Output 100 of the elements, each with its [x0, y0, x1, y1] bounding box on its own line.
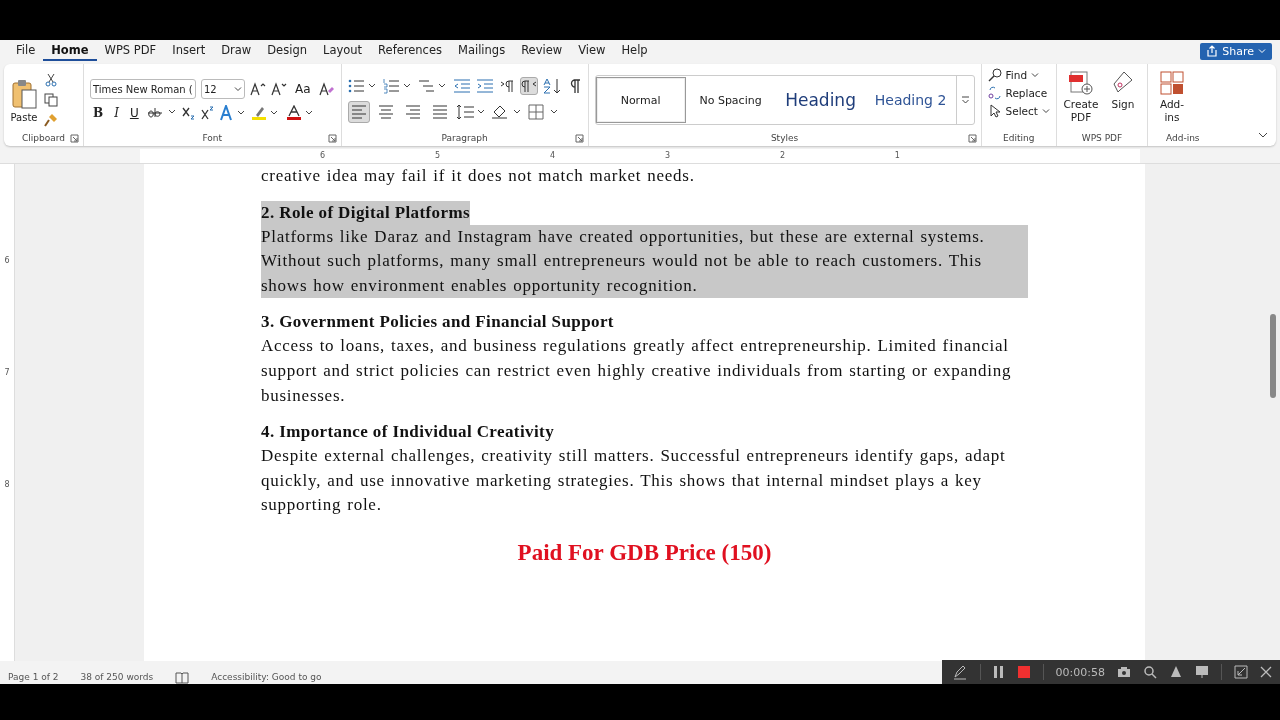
- menu-tab[interactable]: Layout: [315, 41, 371, 61]
- underline-button[interactable]: U: [126, 106, 142, 120]
- menu-tab[interactable]: References: [370, 41, 450, 61]
- select-button[interactable]: Select: [987, 104, 1050, 118]
- cursor-icon: [987, 104, 1002, 118]
- dialog-launcher-icon[interactable]: [967, 133, 977, 143]
- menu-tab[interactable]: Help: [613, 41, 656, 61]
- ruler-number: 2: [779, 150, 785, 162]
- body-text: Access to loans, taxes, and business regulations greatly affect entrepreneurship. Limited financial support and strict policies can restrict even highly creative individuals from starting or expanding businesses.: [261, 335, 1013, 407]
- board-icon[interactable]: [1195, 665, 1209, 679]
- stop-icon[interactable]: [1016, 665, 1031, 679]
- caret-icon: [1258, 47, 1266, 55]
- caret-icon: [1041, 107, 1050, 115]
- ruler-number: 4: [549, 150, 556, 162]
- grow-font-icon[interactable]: [250, 81, 266, 97]
- shading-icon[interactable]: [490, 104, 523, 120]
- clear-formatting-icon[interactable]: [318, 81, 335, 97]
- group-label: Font: [202, 133, 223, 143]
- scissors-icon[interactable]: [44, 73, 58, 87]
- bullets-icon[interactable]: [347, 78, 378, 94]
- menu-tab[interactable]: View: [570, 41, 614, 61]
- dialog-launcher-icon[interactable]: [70, 133, 79, 143]
- paste-button[interactable]: Paste: [10, 77, 38, 123]
- search-icon[interactable]: [1143, 665, 1157, 679]
- group-label: Editing: [1003, 133, 1035, 143]
- body-text: Despite external challenges, creativity still matters. Successful entrepreneurs identify gaps, adapt quickly, and use innovative marketing strategies. This shows that internal mindset plays a key supporting role.: [261, 445, 1007, 517]
- group-label: Clipboard: [22, 133, 65, 143]
- collapse-ribbon-icon[interactable]: [1258, 130, 1268, 140]
- font-size-field[interactable]: 12: [201, 79, 245, 99]
- grid-icon: [1158, 70, 1185, 96]
- body-text: Platforms like Daraz and Instagram have created opportunities, but these are external systems. Without such platforms, many small entrepreneurs would not be able to reach customers. This shows how environment enables opportunity recognition.: [261, 224, 1028, 299]
- strikethrough-icon[interactable]: [146, 106, 177, 120]
- cone-icon[interactable]: [1169, 665, 1183, 679]
- ruler-number: 6: [4, 255, 10, 265]
- word-count: 38 of 250 words: [80, 672, 154, 684]
- menu-tab[interactable]: Review: [513, 41, 571, 61]
- ruler-number: 7: [4, 368, 10, 377]
- document-plus-icon: [1067, 70, 1094, 96]
- dialog-launcher-icon[interactable]: [327, 133, 337, 143]
- style-option[interactable]: Heading 2: [865, 77, 956, 123]
- menu-tab[interactable]: WPS PDF: [96, 41, 165, 61]
- paintbrush-icon[interactable]: [44, 113, 58, 127]
- sort-icon[interactable]: [542, 78, 563, 94]
- ruler-number: 6: [320, 150, 326, 162]
- text-effects-icon[interactable]: [219, 105, 246, 121]
- menu-tab[interactable]: Mailings: [450, 41, 514, 61]
- ruler-number: 8: [4, 480, 10, 490]
- sign-button[interactable]: Sign: [1104, 70, 1141, 111]
- camera-icon[interactable]: [1117, 666, 1131, 678]
- shrink-font-icon[interactable]: [271, 81, 287, 97]
- menu-tab[interactable]: File: [8, 41, 44, 61]
- group-label: WPS PDF: [1081, 133, 1123, 143]
- change-case-button[interactable]: Aa: [292, 82, 314, 96]
- pen-icon[interactable]: [951, 664, 968, 680]
- multilevel-list-icon[interactable]: [417, 78, 448, 94]
- page-count: Page 1 of 2: [8, 672, 59, 684]
- pause-icon[interactable]: [992, 665, 1005, 679]
- numbering-icon[interactable]: [382, 78, 413, 94]
- menu-tab[interactable]: Draw: [213, 41, 260, 61]
- ruler-number: 1: [894, 150, 900, 162]
- ruler-number: 3: [664, 150, 670, 162]
- menu-tab[interactable]: Insert: [164, 41, 214, 61]
- style-option[interactable]: No Spacing: [685, 77, 776, 123]
- font-name-field[interactable]: Times New Roman (: [90, 79, 196, 99]
- scrollbar-thumb[interactable]: [1270, 314, 1276, 398]
- line-spacing-icon[interactable]: [455, 104, 486, 120]
- replace-icon: [987, 86, 1002, 100]
- group-label: Styles: [770, 133, 799, 143]
- group-label: Paragraph: [441, 133, 488, 143]
- caret-icon: [234, 85, 242, 93]
- close-icon[interactable]: [1260, 666, 1272, 678]
- expand-icon: [960, 95, 970, 105]
- search-icon: [987, 68, 1002, 82]
- superscript-icon[interactable]: [200, 106, 215, 120]
- bold-button[interactable]: B: [90, 106, 107, 120]
- add-ins-button[interactable]: Add-ins: [1153, 70, 1190, 124]
- create-pdf-button[interactable]: Create PDF: [1062, 70, 1099, 124]
- section-heading: 3. Government Policies and Financial Support: [261, 311, 614, 334]
- menu-tab[interactable]: Design: [259, 41, 315, 61]
- find-button[interactable]: Find: [987, 68, 1040, 82]
- group-label: Add-ins: [1165, 133, 1200, 143]
- copy-icon[interactable]: [44, 93, 58, 107]
- recording-time: 00:00:58: [1055, 665, 1105, 679]
- style-option[interactable]: Normal: [595, 77, 686, 123]
- style-option[interactable]: Heading: [775, 77, 866, 123]
- rtl-paragraph-icon[interactable]: [519, 77, 538, 95]
- accessibility-status[interactable]: Accessibility: Good to go: [211, 672, 322, 684]
- minimize-icon[interactable]: [1234, 665, 1248, 679]
- menu-tab[interactable]: Home: [43, 41, 97, 61]
- dialog-launcher-icon[interactable]: [574, 133, 584, 143]
- price-note: Paid For GDB Price (150): [516, 539, 773, 566]
- replace-button[interactable]: Replace: [987, 86, 1048, 100]
- book-icon[interactable]: [175, 672, 190, 684]
- align-icon[interactable]: [347, 101, 370, 123]
- caret-icon: [1031, 71, 1040, 79]
- share-button[interactable]: Share: [1200, 42, 1272, 60]
- clipboard-icon: [10, 77, 38, 110]
- subscript-icon[interactable]: [181, 106, 196, 120]
- italic-button[interactable]: I: [111, 106, 122, 120]
- ltr-paragraph-icon[interactable]: [498, 78, 515, 94]
